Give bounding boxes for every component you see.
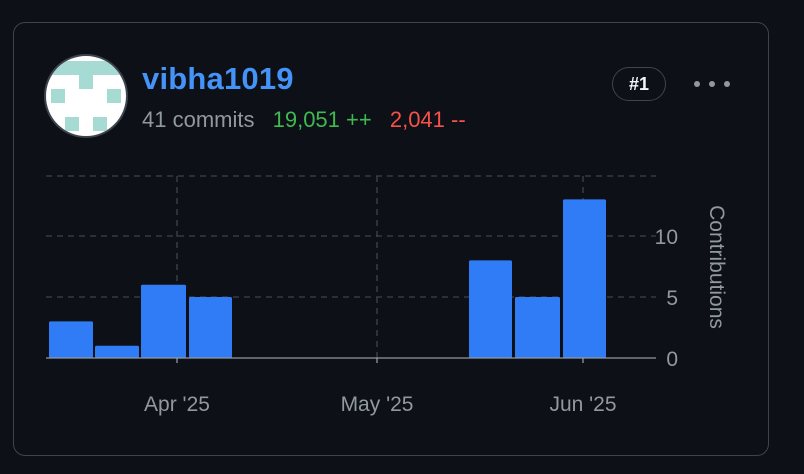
- y-tick-label: 0: [666, 348, 678, 371]
- contribution-bar[interactable]: [469, 260, 512, 358]
- y-axis-label: Contributions: [705, 205, 728, 329]
- contribution-bar[interactable]: [49, 321, 93, 358]
- x-tick-label: Apr '25: [144, 393, 210, 416]
- x-tick-label: Jun '25: [549, 393, 616, 416]
- contribution-bar[interactable]: [141, 284, 186, 358]
- x-tick-label: May '25: [341, 393, 414, 416]
- contribution-bar[interactable]: [189, 297, 232, 358]
- contributor-card: vibha1019 41 commits 19,051 ++ 2,041 -- …: [13, 22, 769, 456]
- y-tick-label: 10: [655, 226, 678, 249]
- y-tick-label: 5: [666, 287, 678, 310]
- contribution-bar[interactable]: [563, 199, 606, 358]
- contributions-chart: Apr '25 May '25 Jun '25 0 5 10 Contributions: [46, 175, 728, 416]
- contribution-bar[interactable]: [95, 345, 139, 358]
- contribution-bar[interactable]: [515, 297, 560, 358]
